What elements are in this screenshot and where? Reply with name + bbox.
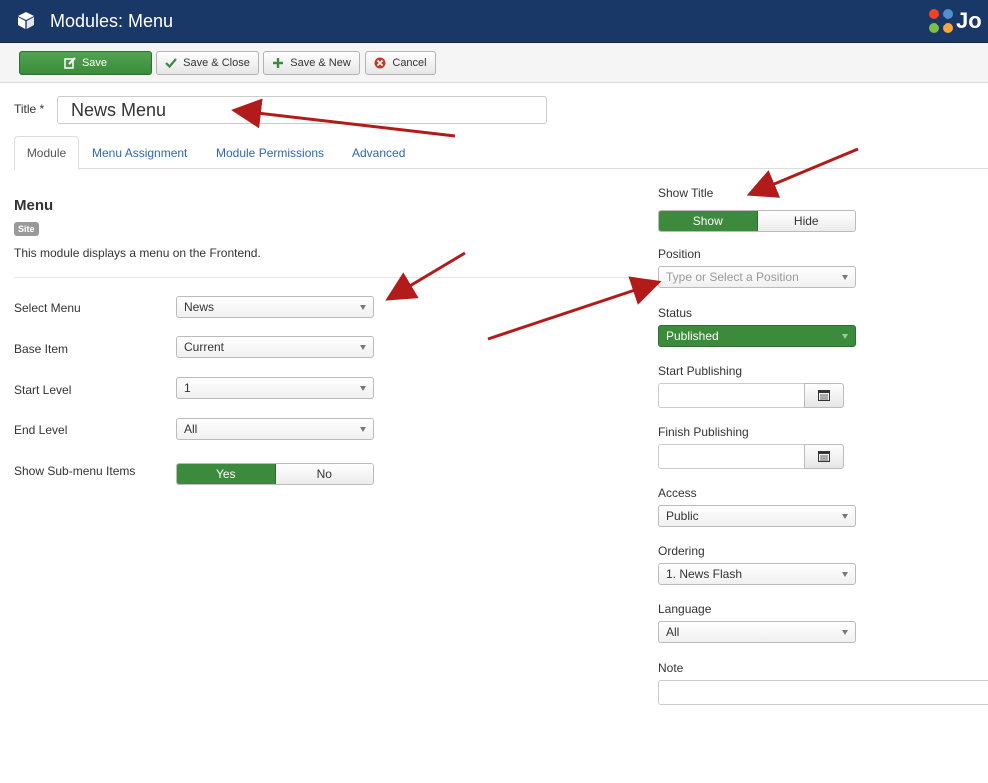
tab-menu-assignment[interactable]: Menu Assignment <box>92 136 187 169</box>
module-description: This module displays a menu on the Front… <box>14 246 261 260</box>
start-level-dropdown[interactable]: 1 <box>176 377 374 399</box>
select-menu-label: Select Menu <box>14 301 81 315</box>
position-label: Position <box>658 247 701 261</box>
note-label: Note <box>658 661 684 675</box>
page-title: Modules: Menu <box>50 11 174 31</box>
caret-down-icon <box>842 630 848 635</box>
site-badge: Site <box>14 222 39 236</box>
position-placeholder: Type or Select a Position <box>666 270 799 284</box>
save-label: Save <box>81 57 108 69</box>
language-label: Language <box>658 602 712 616</box>
title-input[interactable]: News Menu <box>57 96 547 124</box>
show-title-toggle: Show Hide <box>658 210 856 232</box>
show-submenu-label: Show Sub-menu Items <box>14 464 136 478</box>
title-label: Title * <box>14 102 45 116</box>
annotation-arrow-position <box>487 276 662 341</box>
show-submenu-toggle: Yes No <box>176 463 374 485</box>
caret-down-icon <box>360 427 366 432</box>
show-title-hide-button[interactable]: Hide <box>757 211 855 231</box>
start-publishing-input[interactable] <box>658 383 805 408</box>
divider <box>14 277 630 278</box>
edit-icon <box>64 57 76 69</box>
check-icon <box>165 58 178 69</box>
joomla-logo-icon <box>926 6 956 39</box>
start-level-label: Start Level <box>14 383 72 397</box>
show-title-show-button[interactable]: Show <box>659 211 758 231</box>
finish-publishing-calendar-button[interactable] <box>804 444 844 469</box>
end-level-value: All <box>184 422 198 436</box>
save-close-button[interactable]: Save & Close <box>156 51 259 75</box>
position-dropdown[interactable]: Type or Select a Position <box>658 266 856 288</box>
select-menu-dropdown[interactable]: News <box>176 296 374 318</box>
save-new-label: Save & New <box>290 57 351 69</box>
start-level-value: 1 <box>184 381 191 395</box>
tab-bar: Module Menu Assignment Module Permission… <box>14 136 988 170</box>
ordering-value: 1. News Flash <box>666 567 743 581</box>
caret-down-icon <box>842 514 848 519</box>
logo-text: Jo <box>956 8 982 33</box>
calendar-icon <box>818 451 830 462</box>
caret-down-icon <box>360 386 366 391</box>
end-level-dropdown[interactable]: All <box>176 418 374 440</box>
save-new-button[interactable]: Save & New <box>263 51 360 75</box>
module-heading: Menu <box>14 197 54 214</box>
language-value: All <box>666 625 680 639</box>
caret-down-icon <box>842 334 848 339</box>
end-level-label: End Level <box>14 423 68 437</box>
ordering-dropdown[interactable]: 1. News Flash <box>658 563 856 585</box>
note-input[interactable] <box>658 680 988 705</box>
cube-icon <box>16 11 36 34</box>
save-button[interactable]: Save <box>19 51 152 75</box>
status-value: Published <box>666 329 719 343</box>
save-close-label: Save & Close <box>183 57 250 69</box>
toolbar: Save Save & Close Save & New Cancel <box>0 43 988 83</box>
base-item-dropdown[interactable]: Current <box>176 336 374 358</box>
show-submenu-yes-button[interactable]: Yes <box>177 464 276 484</box>
show-title-label: Show Title <box>658 186 714 200</box>
language-dropdown[interactable]: All <box>658 621 856 643</box>
finish-publishing-label: Finish Publishing <box>658 425 749 439</box>
caret-down-icon <box>842 572 848 577</box>
cancel-button[interactable]: Cancel <box>365 51 436 75</box>
ordering-label: Ordering <box>658 544 705 558</box>
finish-publishing-input[interactable] <box>658 444 805 469</box>
start-publishing-calendar-button[interactable] <box>804 383 844 408</box>
base-item-value: Current <box>184 340 225 354</box>
access-dropdown[interactable]: Public <box>658 505 856 527</box>
show-submenu-no-button[interactable]: No <box>275 464 373 484</box>
annotation-arrow-select-menu <box>385 251 466 301</box>
access-label: Access <box>658 486 697 500</box>
caret-down-icon <box>842 275 848 280</box>
tab-module-permissions[interactable]: Module Permissions <box>216 136 324 169</box>
cancel-label: Cancel <box>392 57 427 69</box>
plus-icon <box>273 58 284 68</box>
tab-advanced[interactable]: Advanced <box>352 136 405 169</box>
cancel-icon <box>374 57 386 69</box>
caret-down-icon <box>360 305 366 310</box>
header-bar: Modules: Menu Jo <box>0 0 988 43</box>
access-value: Public <box>666 509 699 523</box>
base-item-label: Base Item <box>14 342 69 356</box>
tab-module[interactable]: Module <box>14 136 79 170</box>
status-label: Status <box>658 306 693 320</box>
calendar-icon <box>818 390 830 401</box>
caret-down-icon <box>360 345 366 350</box>
start-publishing-label: Start Publishing <box>658 364 743 378</box>
select-menu-value: News <box>184 300 215 314</box>
status-dropdown[interactable]: Published <box>658 325 856 347</box>
